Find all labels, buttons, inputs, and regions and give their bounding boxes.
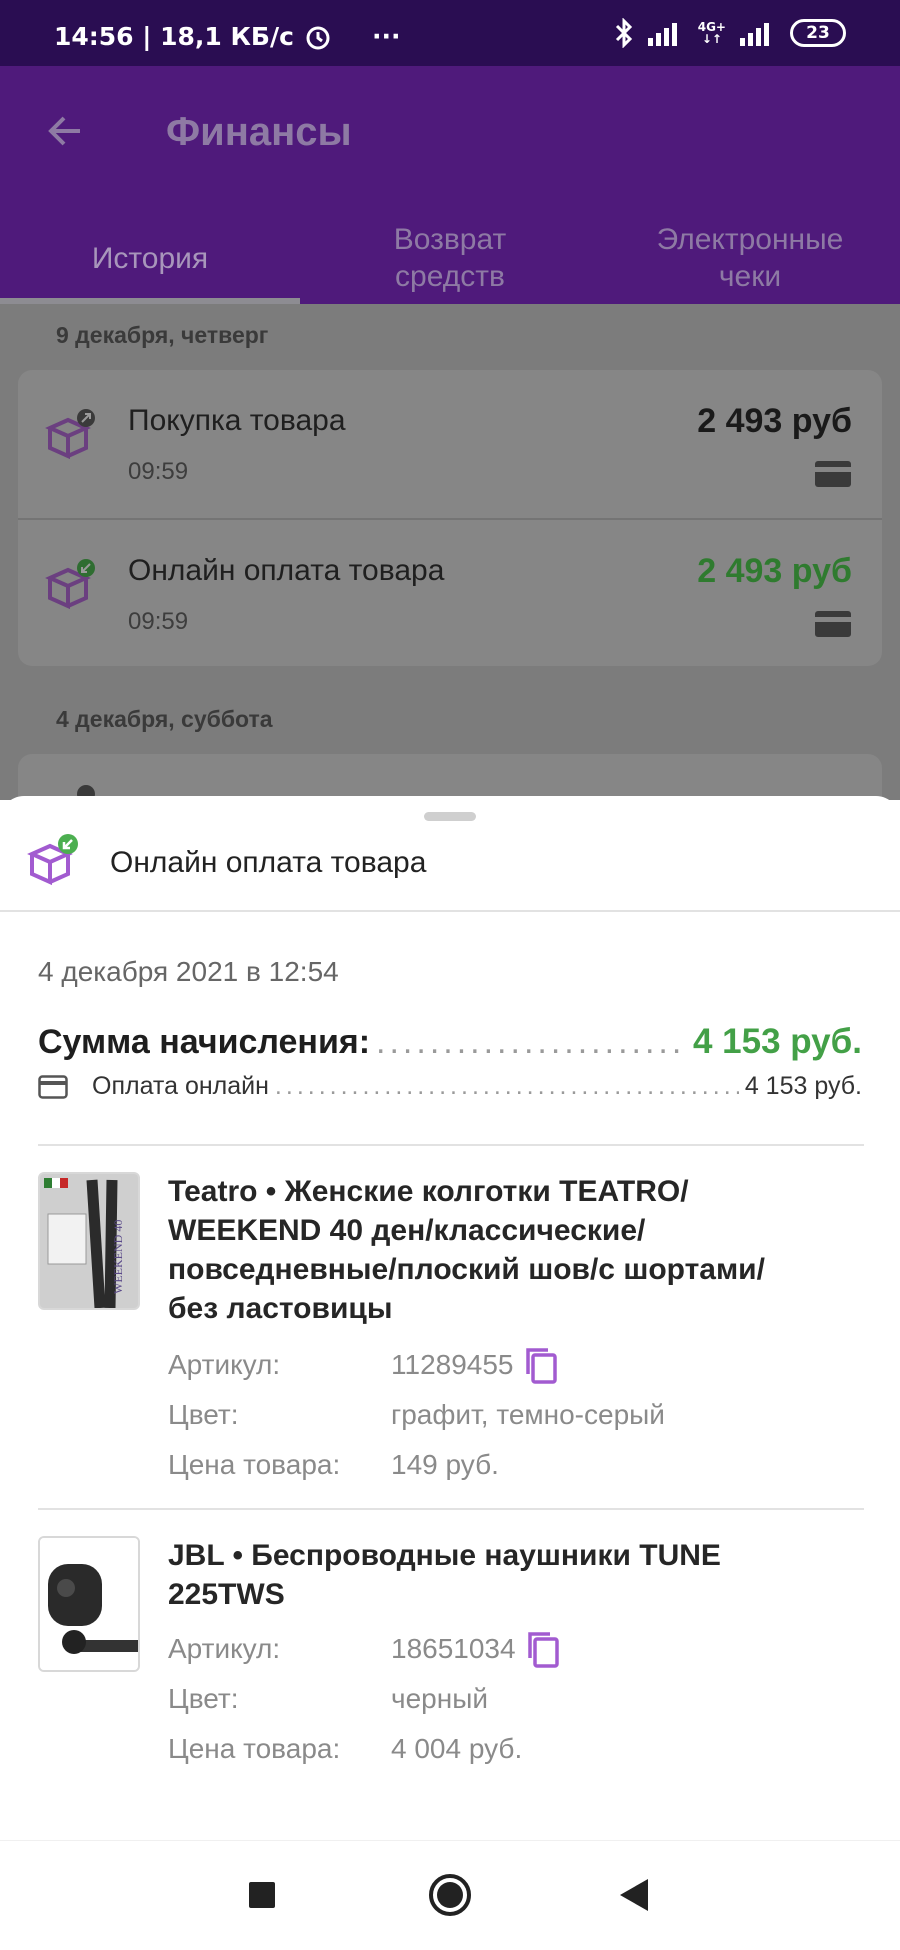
thumb-label: WEEKEND 40 — [111, 1220, 125, 1294]
copy-icon[interactable] — [524, 1346, 558, 1384]
drag-handle[interactable] — [424, 812, 476, 821]
total-label: Сумма начисления: — [38, 1023, 371, 1061]
transaction-row[interactable]: Онлайн оплата товара 09:59 2 493 руб — [18, 518, 882, 666]
bluetooth-icon — [615, 18, 632, 48]
credit-card-icon — [815, 611, 851, 637]
system-nav-bar — [0, 1840, 900, 1950]
price-value: 4 004 руб. — [391, 1733, 523, 1764]
copy-icon[interactable] — [526, 1630, 560, 1668]
transaction-time: 09:59 — [128, 608, 189, 635]
article-value: 18651034 — [391, 1633, 516, 1664]
article-label: Артикул: — [168, 1349, 281, 1380]
transaction-card — [18, 754, 882, 800]
back-icon[interactable] — [618, 1877, 650, 1913]
day-header: 9 декабря, четверг — [56, 322, 269, 348]
payment-value: 4 153 руб. — [744, 1072, 862, 1100]
product-properties: Артикул: 11289455 Цвет: графит, темно-се… — [168, 1340, 868, 1490]
tab-e-receipts[interactable]: Электронные чеки — [600, 212, 900, 304]
article-row: Артикул: 18651034 — [168, 1624, 868, 1674]
color-label: Цвет: — [168, 1399, 239, 1430]
box-incoming-icon — [45, 559, 95, 610]
transaction-amount: 2 493 руб — [697, 552, 852, 590]
leader-dots: ........................................… — [274, 1072, 739, 1100]
transaction-title: Покупка товара — [128, 404, 346, 437]
article-row: Артикул: 11289455 — [168, 1340, 868, 1390]
day-header: 4 декабря, суббота — [56, 706, 273, 732]
credit-card-icon — [38, 1074, 68, 1099]
transaction-date: 4 декабря 2021 в 12:54 — [38, 956, 339, 987]
color-label: Цвет: — [168, 1683, 239, 1714]
page-title: Финансы — [166, 110, 352, 154]
credit-card-icon — [815, 461, 851, 487]
divider — [38, 1508, 864, 1510]
product-name[interactable]: JBL • Беспроводные наушники TUNE 225TWS — [168, 1536, 858, 1614]
color-row: Цвет: черный — [168, 1674, 868, 1724]
app-header: Финансы История Возврат средств Электронн… — [0, 66, 900, 304]
transaction-detail-sheet: Онлайн оплата товара 4 декабря 2021 в 12… — [0, 796, 900, 1840]
status-time: 14:56 | 18,1 КБ/с — [54, 22, 294, 51]
article-value: 11289455 — [391, 1349, 514, 1380]
tab-bar: История Возврат средств Электронные чеки — [0, 212, 900, 304]
color-row: Цвет: графит, темно-серый — [168, 1390, 868, 1440]
tights-package-image[interactable]: WEEKEND 40 — [38, 1172, 140, 1310]
price-value: 149 руб. — [391, 1449, 499, 1480]
transaction-row[interactable]: Покупка товара 09:59 2 493 руб — [18, 370, 882, 518]
history-list: 9 декабря, четверг Покупка товара 09:59 … — [0, 304, 900, 800]
color-value: черный — [391, 1683, 488, 1714]
transaction-amount: 2 493 руб — [697, 402, 852, 440]
payment-label: Оплата онлайн — [92, 1072, 269, 1100]
product-properties: Артикул: 18651034 Цвет: черный Цена това… — [168, 1624, 868, 1774]
tab-refund[interactable]: Возврат средств — [300, 212, 600, 304]
battery-indicator: 23 — [790, 19, 846, 47]
signal-icon — [647, 23, 677, 46]
back-arrow-icon[interactable] — [40, 106, 90, 156]
recents-icon[interactable] — [248, 1881, 276, 1909]
product-name[interactable]: Teatro • Женские колготки TEATRO/ WEEKEN… — [168, 1172, 858, 1328]
divider — [0, 910, 900, 912]
price-label: Цена товара: — [168, 1733, 341, 1764]
price-row: Цена товара: 149 руб. — [168, 1440, 868, 1490]
network-type: 4G+ ↓↑ — [697, 20, 726, 46]
sheet-title: Онлайн оплата товара — [110, 846, 427, 879]
more-notifications-icon: ··· — [371, 22, 401, 51]
home-icon[interactable] — [428, 1873, 472, 1917]
box-incoming-icon — [27, 834, 78, 886]
alarm-icon — [306, 26, 330, 49]
price-row: Цена товара: 4 004 руб. — [168, 1724, 868, 1774]
payment-row: Оплата онлайн ..........................… — [38, 1072, 862, 1101]
status-bar: 14:56 | 18,1 КБ/с ··· 4G+ ↓↑ 23 — [0, 0, 900, 66]
transaction-card: Покупка товара 09:59 2 493 руб Онлайн оп… — [18, 370, 882, 666]
article-label: Артикул: — [168, 1633, 281, 1664]
earbuds-image[interactable] — [38, 1536, 140, 1672]
color-value: графит, темно-серый — [391, 1399, 665, 1430]
transaction-time: 09:59 — [128, 458, 189, 485]
transaction-title: Онлайн оплата товара — [128, 554, 445, 587]
price-label: Цена товара: — [168, 1449, 341, 1480]
leader-dots: ........................................… — [376, 1023, 687, 1061]
total-value: 4 153 руб. — [692, 1022, 862, 1061]
signal-icon-2 — [740, 23, 769, 46]
tab-history[interactable]: История — [0, 212, 300, 304]
divider — [38, 1144, 864, 1146]
box-outgoing-icon — [45, 409, 95, 460]
total-row: Сумма начисления: ......................… — [38, 1022, 862, 1062]
